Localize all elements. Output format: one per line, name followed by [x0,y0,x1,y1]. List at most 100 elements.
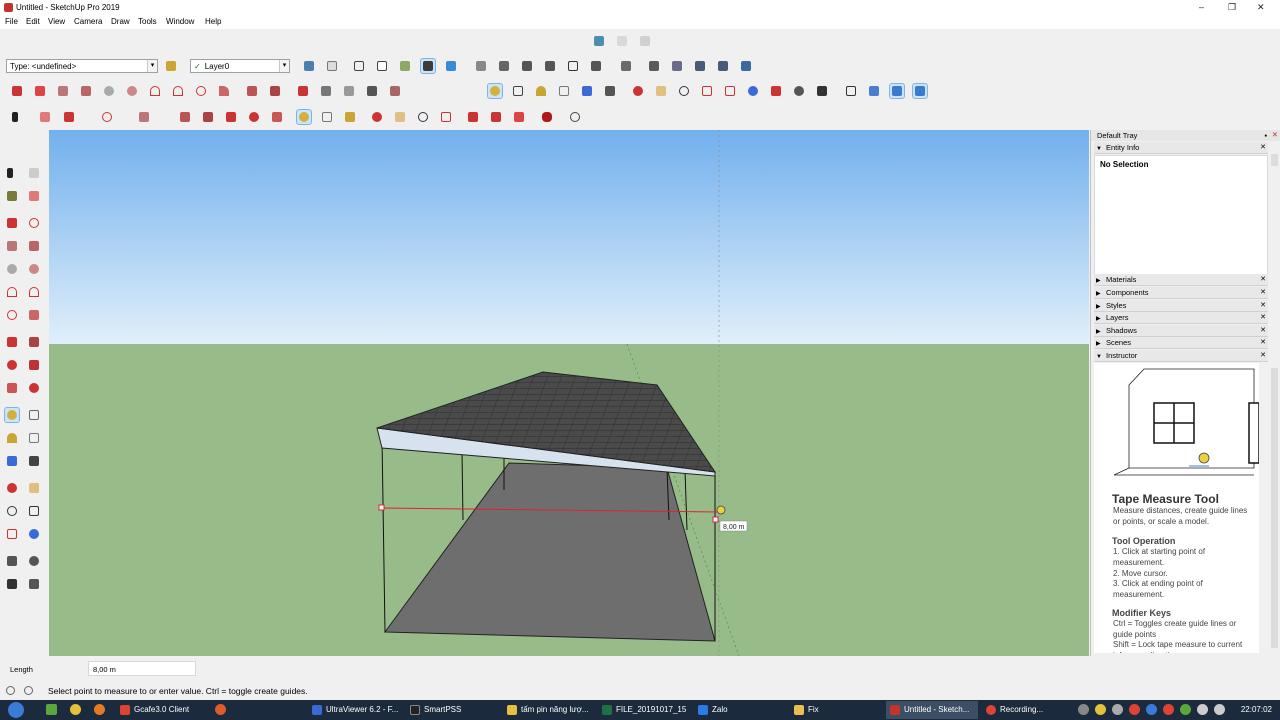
push-pull-icon-row3[interactable] [178,110,192,124]
tray-icon[interactable] [1112,704,1123,715]
entity-scrollbar[interactable] [1271,154,1278,166]
orbit-icon-row3[interactable] [370,110,384,124]
eraser-icon[interactable] [27,189,41,203]
chrome-icon[interactable] [70,704,81,715]
restore-button[interactable]: ❐ [1228,2,1236,13]
pie-icon[interactable] [217,84,231,98]
warehouse-icon[interactable] [466,110,480,124]
look-around-icon[interactable] [792,84,806,98]
follow-me-icon[interactable] [268,84,282,98]
menu-edit[interactable]: Edit [26,17,40,26]
close-button[interactable]: ✕ [1257,2,1265,13]
panel-close-icon[interactable]: ✕ [1260,275,1266,283]
taskbar-recording[interactable]: Recording... [982,701,1070,719]
intersect-icon[interactable] [670,59,684,73]
pan-icon-row3[interactable] [393,110,407,124]
move-icon-row3[interactable] [224,110,238,124]
scale-left-icon[interactable] [5,381,19,395]
taskbar-browser-tab[interactable]: tấm pin năng lượ... [503,701,591,719]
share-model-icon[interactable] [512,110,526,124]
text-icon-row3[interactable] [320,110,334,124]
shapes-dropdown-icon[interactable] [137,110,151,124]
app-icon[interactable] [215,704,226,715]
display-section-cuts-icon[interactable] [889,83,905,99]
move-icon-top[interactable] [296,84,310,98]
protractor-left-icon[interactable] [5,431,19,445]
dimension-icon[interactable] [511,84,525,98]
panel-scenes[interactable]: ▶ Scenes ✕ [1094,337,1268,349]
split-icon[interactable] [739,59,753,73]
previous-view-icon[interactable] [746,84,760,98]
orbit-left-icon[interactable] [5,481,19,495]
offset-left-icon[interactable] [27,381,41,395]
geo-location-icon[interactable] [592,34,606,48]
pin-icon[interactable]: ▪ [1264,131,1267,140]
display-section-planes-icon[interactable] [867,84,881,98]
section-plane-icon[interactable] [619,59,633,73]
scale-icon-top[interactable] [342,84,356,98]
rotate-left-icon[interactable] [5,358,19,372]
tray-icon[interactable] [1129,704,1140,715]
xray-icon[interactable] [302,59,316,73]
subtract-icon[interactable] [716,59,730,73]
zoom-icon[interactable] [677,84,691,98]
panel-components[interactable]: ▶ Components ✕ [1094,287,1268,299]
freehand-left-icon[interactable] [27,216,41,230]
arc-left-icon[interactable] [5,285,19,299]
instructor-scrollbar[interactable] [1271,368,1278,648]
axes-left-icon[interactable] [5,454,19,468]
panel-close-icon[interactable]: ✕ [1260,143,1266,151]
shaded-with-textures-icon[interactable] [420,58,436,74]
move-left-icon[interactable] [5,335,19,349]
shaded-icon[interactable] [398,59,412,73]
rectangle-left-icon[interactable] [5,239,19,253]
line-icon[interactable] [10,84,24,98]
menu-help[interactable]: Help [205,17,221,26]
zoom-window-left-icon[interactable] [27,504,41,518]
tray-icon[interactable] [1095,704,1106,715]
add-location-icon[interactable] [615,34,629,48]
three-point-arc-left-icon[interactable] [5,308,19,322]
tray-close-icon[interactable]: ✕ [1272,130,1278,139]
zoom-extents-left-icon[interactable] [5,527,19,541]
walk-icon[interactable] [815,84,829,98]
look-around-left-icon[interactable] [27,554,41,568]
menu-view[interactable]: View [48,17,65,26]
three-point-arc-icon[interactable] [194,84,208,98]
taskbar-zalo[interactable]: Zalo [694,701,784,719]
pan-left-icon[interactable] [27,481,41,495]
taskbar-excel-file[interactable]: FILE_20191017_15... [598,701,686,719]
tape-measure-icon-row3[interactable] [296,109,312,125]
circle-icon[interactable] [102,84,116,98]
follow-me-icon-row3[interactable] [201,110,215,124]
taskbar-ultraviewer[interactable]: UltraViewer 6.2 - F... [308,701,404,719]
select-icon-top[interactable] [10,110,24,124]
panel-entity-info[interactable]: ▼ Entity Info ✕ [1094,142,1268,154]
two-point-arc-left-icon[interactable] [27,285,41,299]
eraser-icon-top[interactable] [38,110,52,124]
zoom-extents-icon-row3[interactable] [439,110,453,124]
v-app-icon[interactable] [46,704,57,715]
outer-shell-icon[interactable] [647,59,661,73]
two-point-arc-icon[interactable] [171,84,185,98]
tray-icon[interactable] [1180,704,1191,715]
panel-instructor[interactable]: ▼ Instructor ✕ [1094,350,1268,362]
panel-shadows[interactable]: ▶ Shadows ✕ [1094,325,1268,337]
push-pull-icon[interactable] [245,84,259,98]
panel-materials[interactable]: ▶ Materials ✕ [1094,274,1268,286]
text-icon[interactable] [557,84,571,98]
back-view-icon[interactable] [566,59,580,73]
position-camera-left-icon[interactable] [5,554,19,568]
taskbar-gcafe[interactable]: Gcafe3.0 Client [116,701,212,719]
taskbar-fix-folder[interactable]: Fix [790,701,880,719]
monochrome-icon[interactable] [444,59,458,73]
make-component-icon[interactable] [27,166,41,180]
rotated-rectangle-icon[interactable] [79,84,93,98]
circle-left-icon[interactable] [5,262,19,276]
section-icon[interactable] [844,84,858,98]
panel-close-icon[interactable]: ✕ [1260,326,1266,334]
measurement-input[interactable]: 8,00 m [88,661,196,676]
protractor-icon[interactable] [534,84,548,98]
panel-styles[interactable]: ▶ Styles ✕ [1094,300,1268,312]
arc-dropdown-icon[interactable] [100,110,114,124]
